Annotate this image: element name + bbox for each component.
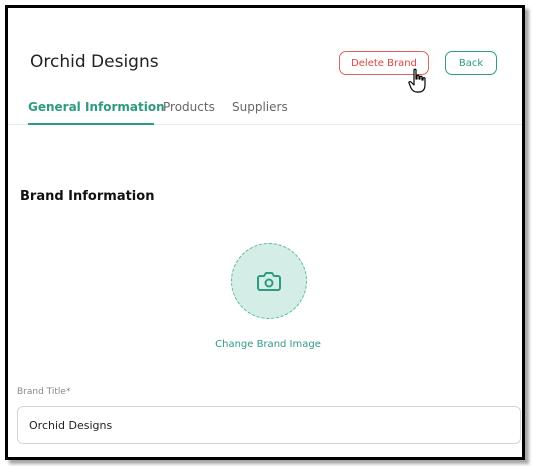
hand-pointer-icon: [408, 68, 426, 93]
brand-image-upload[interactable]: [231, 243, 307, 319]
active-tab-indicator: [28, 123, 154, 125]
tab-suppliers[interactable]: Suppliers: [232, 100, 288, 114]
brand-title-input[interactable]: [17, 406, 521, 444]
section-title: Brand Information: [20, 189, 155, 204]
tab-general-information[interactable]: General Information: [28, 100, 165, 114]
camera-icon: [257, 272, 281, 291]
app-window: Orchid Designs Delete Brand Back General…: [5, 5, 525, 460]
tab-bar: General Information Products Suppliers: [8, 96, 522, 125]
brand-title-label: Brand Title*: [17, 387, 71, 397]
back-button[interactable]: Back: [445, 51, 497, 75]
change-brand-image-link[interactable]: Change Brand Image: [168, 339, 368, 350]
page-title: Orchid Designs: [30, 52, 159, 72]
tab-products[interactable]: Products: [163, 100, 215, 114]
